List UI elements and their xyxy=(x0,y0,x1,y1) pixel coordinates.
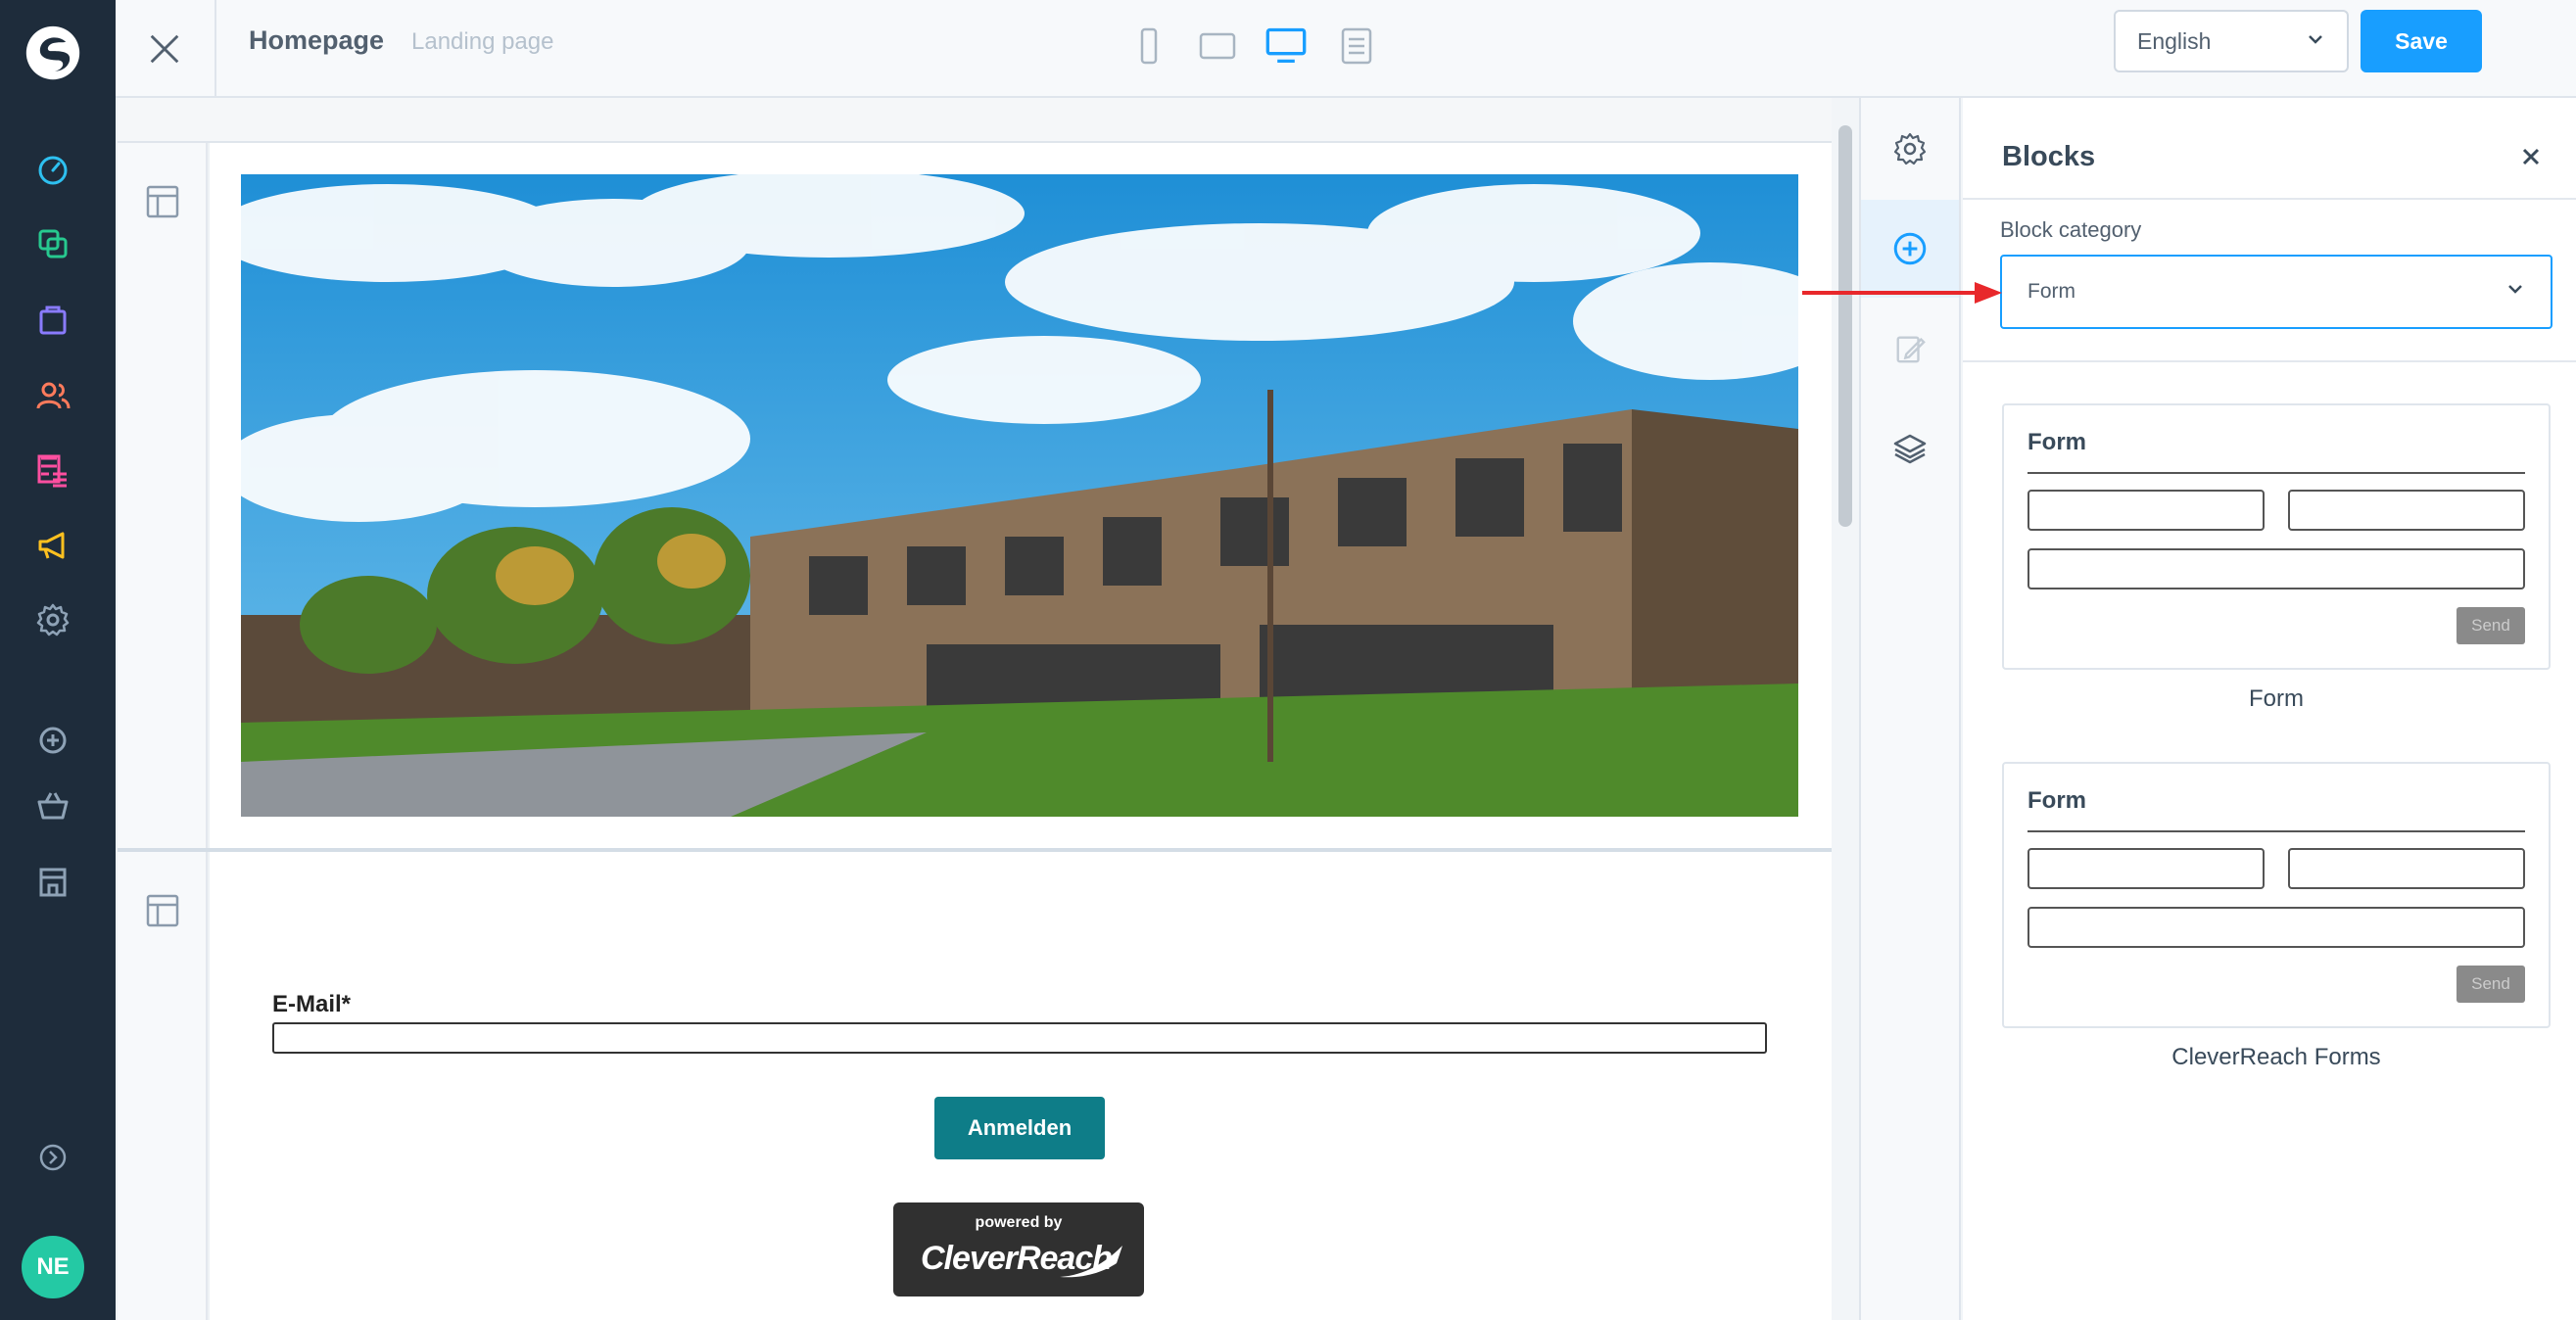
settings-icon[interactable] xyxy=(1861,100,1959,198)
mobile-view-icon[interactable] xyxy=(1124,22,1173,71)
thumbnail-field xyxy=(2288,490,2525,531)
block-caption: Form xyxy=(2249,685,2304,712)
desktop-view-icon[interactable] xyxy=(1262,22,1311,71)
thumbnail-send-button: Send xyxy=(2457,607,2525,644)
layers-icon[interactable] xyxy=(1861,400,1959,497)
settings-icon[interactable] xyxy=(33,600,72,639)
email-input[interactable] xyxy=(272,1022,1767,1054)
basket-icon[interactable] xyxy=(33,786,72,825)
edit-icon[interactable] xyxy=(1861,300,1959,398)
panel-title: Blocks xyxy=(2002,141,2096,172)
app-sidebar: NE xyxy=(0,0,116,1320)
thumbnail-field xyxy=(2288,848,2525,889)
email-label: E-Mail* xyxy=(272,991,352,1017)
block-thumbnail-form[interactable]: Form Send xyxy=(2002,403,2551,670)
divider xyxy=(215,0,216,96)
language-select[interactable]: English xyxy=(2114,10,2349,72)
thumbnail-rule xyxy=(2027,472,2525,474)
cleverreach-badge[interactable]: powered by CleverReach xyxy=(893,1202,1144,1296)
divider xyxy=(1963,360,2576,362)
subscribe-button[interactable]: Anmelden xyxy=(934,1097,1105,1159)
orders-icon[interactable] xyxy=(33,450,72,490)
block-caption: CleverReach Forms xyxy=(2171,1044,2381,1070)
badge-caption: powered by xyxy=(975,1214,1063,1231)
store-icon[interactable] xyxy=(33,862,72,901)
block-thumbnail-cleverreach-forms[interactable]: Form Send xyxy=(2002,762,2551,1028)
thumbnail-title: Form xyxy=(2027,429,2086,455)
scrollbar-thumb[interactable] xyxy=(1838,125,1852,527)
content-icon[interactable] xyxy=(33,224,72,263)
close-icon[interactable] xyxy=(137,22,192,76)
block-gutter xyxy=(118,143,208,850)
annotation-arrow-icon xyxy=(1802,282,2002,304)
thumbnail-field xyxy=(2027,548,2525,589)
catalog-icon[interactable] xyxy=(33,301,72,340)
save-button[interactable]: Save xyxy=(2361,10,2482,72)
add-icon[interactable] xyxy=(33,721,72,760)
thumbnail-field xyxy=(2027,907,2525,948)
shopware-logo-icon[interactable] xyxy=(22,22,84,84)
chevron-down-icon xyxy=(2306,28,2325,55)
expand-icon[interactable] xyxy=(33,1138,72,1177)
block-category-select[interactable]: Form xyxy=(2000,255,2552,329)
canvas-top-block xyxy=(118,98,1832,143)
thumbnail-field xyxy=(2027,848,2265,889)
thumbnail-send-button: Send xyxy=(2457,966,2525,1003)
layout-icon[interactable] xyxy=(143,891,182,930)
chevron-down-icon xyxy=(2505,279,2525,305)
customers-icon[interactable] xyxy=(33,376,72,415)
list-view-icon[interactable] xyxy=(1332,22,1381,71)
cleverreach-swoosh-icon xyxy=(1060,1246,1122,1278)
divider xyxy=(1963,198,2576,200)
hero-image xyxy=(241,174,1798,817)
tablet-view-icon[interactable] xyxy=(1193,22,1242,71)
page-subtitle: Landing page xyxy=(411,28,554,55)
thumbnail-title: Form xyxy=(2027,787,2086,814)
dashboard-icon[interactable] xyxy=(33,151,72,190)
avatar[interactable]: NE xyxy=(22,1236,84,1298)
layout-icon[interactable] xyxy=(143,182,182,221)
block-category-label: Block category xyxy=(2000,217,2142,242)
thumbnail-field xyxy=(2027,490,2265,531)
language-value: English xyxy=(2137,27,2212,54)
page-title: Homepage xyxy=(249,25,385,55)
block-category-value: Form xyxy=(2027,280,2075,303)
marketing-icon[interactable] xyxy=(33,526,72,565)
close-icon[interactable] xyxy=(2513,139,2549,174)
thumbnail-rule xyxy=(2027,830,2525,832)
